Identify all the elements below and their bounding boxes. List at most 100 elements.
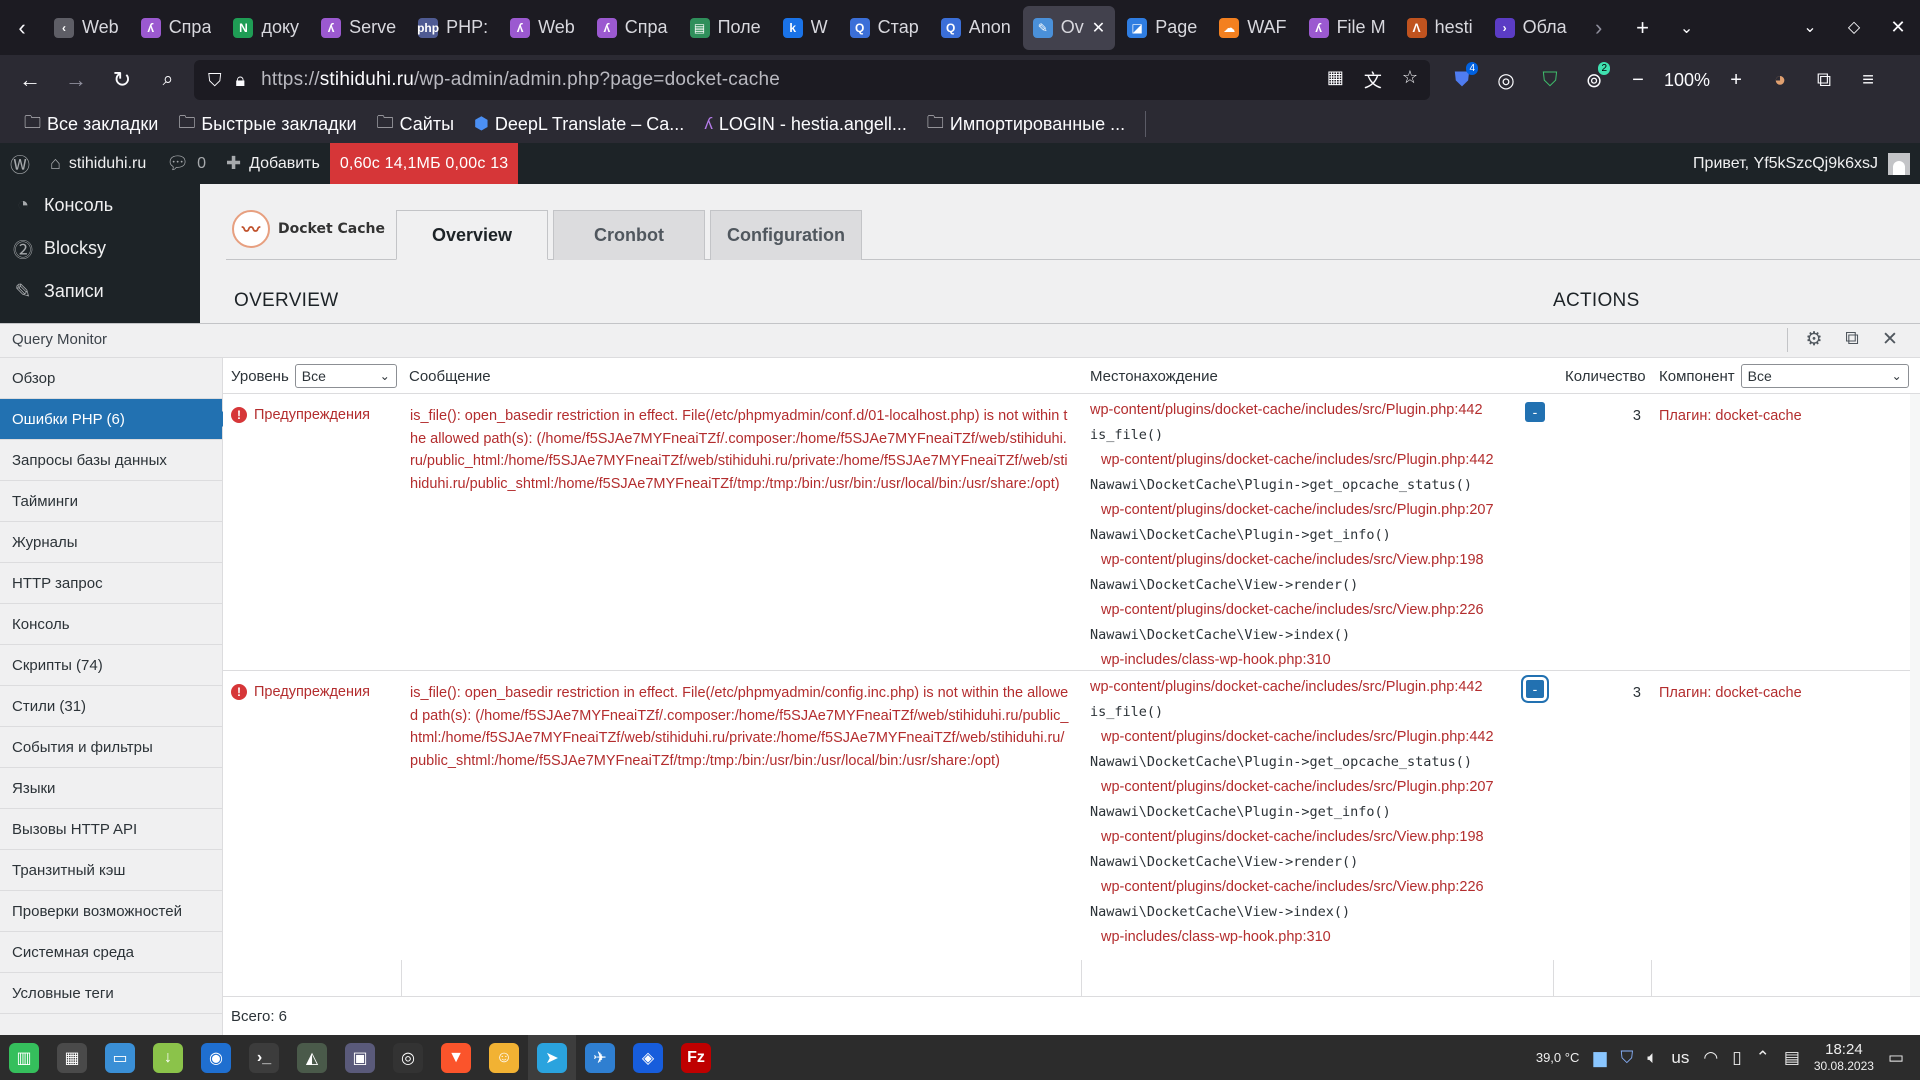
taskbar-app[interactable]: ▥ [0, 1035, 48, 1080]
clock[interactable]: 18:24 30.08.2023 [1814, 1041, 1874, 1074]
query-monitor-stats[interactable]: 0,60с 14,1МБ 0,00с 13 [329, 143, 519, 184]
qm-scrollbar[interactable] [1910, 394, 1920, 996]
cpu-monitor-icon[interactable]: ▆ [1593, 1048, 1606, 1068]
stack-file-link[interactable]: wp-content/plugins/docket-cache/includes… [1090, 448, 1530, 473]
back-button[interactable]: ← [8, 58, 52, 102]
toggle-stack-button[interactable]: - [1521, 675, 1549, 703]
browser-tab[interactable]: Λhesti [1397, 6, 1483, 50]
qm-nav-item[interactable]: Тайминги [0, 481, 222, 522]
qm-nav-item[interactable]: Проверки возможностей [0, 891, 222, 932]
qm-dock-icon[interactable]: ⧉ [1840, 328, 1864, 352]
browser-tab[interactable]: Q Стар [840, 6, 929, 50]
qm-nav-item[interactable]: Системная среда [0, 932, 222, 973]
translate-icon[interactable]: 文 [1364, 67, 1382, 93]
zoom-level[interactable]: 100% [1660, 70, 1714, 91]
bookmark-all[interactable]: 🗀 Все закладки [24, 110, 158, 139]
bookmark-hestia-login[interactable]: ʎ LOGIN - hestia.angell... [704, 114, 907, 135]
bookmark-sites[interactable]: 🗀 Сайты [377, 110, 454, 139]
qr-code-icon[interactable]: ▦ [1327, 67, 1344, 93]
browser-tab[interactable]: ☁ WAF [1209, 6, 1296, 50]
gear-icon[interactable]: ⚙ [1802, 328, 1826, 352]
stack-file-link[interactable]: wp-content/plugins/docket-cache/includes… [1090, 398, 1530, 423]
browser-tab[interactable]: ◪ Page [1117, 6, 1207, 50]
stack-file-link[interactable]: wp-content/plugins/docket-cache/includes… [1090, 498, 1530, 523]
browser-tab[interactable]: ✎ Ov ✕ [1022, 5, 1116, 50]
taskbar-app[interactable]: ▭ [96, 1035, 144, 1080]
url-bar[interactable]: ⛉ 🔒︎ https://stihiduhi.ru/wp-admin/admin… [194, 60, 1430, 100]
tab-scroll-left-icon[interactable]: ‹ [0, 6, 44, 50]
wp-menu-dashboard[interactable]: ◔ Консоль [0, 184, 200, 227]
taskbar-app[interactable]: ☺ [480, 1035, 528, 1080]
browser-tab[interactable]: ‹ Web [44, 6, 129, 50]
qm-nav-item[interactable]: Стили (31) [0, 686, 222, 727]
profile-extension-icon[interactable]: ◕ [1758, 58, 1802, 102]
qm-nav-item[interactable]: События и фильтры [0, 727, 222, 768]
browser-tab[interactable]: ʎ Спра [587, 6, 678, 50]
list-all-tabs-icon[interactable]: ⌄ [1665, 6, 1709, 50]
usb-device-icon[interactable]: ▯ [1732, 1048, 1741, 1068]
new-tab-button[interactable]: + [1621, 6, 1665, 50]
browser-tab[interactable]: ʎ Web [500, 6, 585, 50]
lock-icon[interactable]: 🔒︎ [236, 70, 246, 91]
app-menu-icon[interactable]: ≡ [1846, 58, 1890, 102]
keyboard-layout[interactable]: us [1671, 1048, 1689, 1068]
qm-nav-item[interactable]: Обзор [0, 358, 222, 399]
qm-nav-item[interactable]: Запросы базы данных [0, 440, 222, 481]
taskbar-app[interactable]: ▦ [48, 1035, 96, 1080]
stack-file-link[interactable]: wp-content/plugins/docket-cache/includes… [1090, 548, 1530, 573]
stack-file-link[interactable]: wp-content/plugins/docket-cache/includes… [1090, 598, 1530, 623]
wp-logo-menu[interactable]: Ⓦ [0, 143, 40, 184]
wp-menu-posts[interactable]: ✎ Записи [0, 270, 200, 313]
browser-tab[interactable]: › Обла [1485, 6, 1577, 50]
tor-extension-icon[interactable]: ◎ [1484, 58, 1528, 102]
taskbar-app[interactable]: ▼ [432, 1035, 480, 1080]
qm-nav-item[interactable]: Языки [0, 768, 222, 809]
toggle-stack-button[interactable]: - [1525, 402, 1545, 422]
qm-nav-item[interactable]: Консоль [0, 604, 222, 645]
tab-cronbot[interactable]: Cronbot [553, 210, 705, 260]
taskbar-app[interactable]: ◭ [288, 1035, 336, 1080]
bookmark-imported[interactable]: 🗀 Импортированные ... [927, 110, 1125, 139]
taskbar-app[interactable]: Fz [672, 1035, 720, 1080]
tab-scroll-right-icon[interactable]: › [1577, 6, 1621, 50]
taskbar-app[interactable]: ➤ [528, 1035, 576, 1080]
stack-file-link[interactable]: wp-content/plugins/docket-cache/includes… [1090, 875, 1530, 900]
window-maximize-icon[interactable]: ◇ [1832, 5, 1876, 49]
browser-tab[interactable]: ▤ Поле [680, 6, 771, 50]
extensions-icon[interactable]: ⧉ [1802, 58, 1846, 102]
stack-file-link[interactable]: wp-content/plugins/docket-cache/includes… [1090, 775, 1530, 800]
ublock-extension-icon[interactable]: ⛊ 4 [1440, 58, 1484, 102]
zoom-out-button[interactable]: − [1616, 58, 1660, 102]
adguard-extension-icon[interactable]: ⛉ [1528, 58, 1572, 102]
level-filter-select[interactable]: Все ⌄ [294, 364, 397, 388]
browser-tab[interactable]: Nдоку [223, 6, 309, 50]
stack-file-link[interactable]: wp-content/plugins/docket-cache/includes… [1090, 825, 1530, 850]
browser-tab[interactable]: ʎ Спра [131, 6, 222, 50]
tracking-shield-icon[interactable]: ⛉ [208, 70, 222, 91]
qm-nav-item[interactable]: Скрипты (74) [0, 645, 222, 686]
qm-nav-item[interactable]: Ошибки PHP (6) [0, 399, 230, 440]
bookmark-quick[interactable]: 🗀 Быстрые закладки [178, 110, 356, 139]
bookmark-deepl[interactable]: ⬢ DeepL Translate – Ca... [474, 114, 684, 135]
volume-icon[interactable]: 🔈︎ [1647, 1048, 1657, 1068]
bitwarden-tray-icon[interactable]: ⛉ [1620, 1048, 1633, 1068]
wp-account-menu[interactable]: Привет, Yf5kSzcQj9k6xsJ [1693, 152, 1910, 175]
close-icon[interactable]: ✕ [1878, 328, 1902, 352]
wp-site-name[interactable]: ⌂ stihiduhi.ru [40, 143, 156, 184]
stack-file-link[interactable]: wp-content/plugins/docket-cache/includes… [1090, 675, 1530, 700]
taskbar-app[interactable]: ›_ [240, 1035, 288, 1080]
tab-overview[interactable]: Overview [396, 210, 548, 260]
browser-tab[interactable]: kW [773, 6, 838, 50]
tab-configuration[interactable]: Configuration [710, 210, 862, 260]
qm-nav-item[interactable]: Журналы [0, 522, 222, 563]
zoom-in-button[interactable]: + [1714, 58, 1758, 102]
taskbar-app[interactable]: ↓ [144, 1035, 192, 1080]
taskbar-app[interactable]: ◈ [624, 1035, 672, 1080]
browser-tab[interactable]: php PHP: [408, 6, 498, 50]
taskbar-app[interactable]: ◎ [384, 1035, 432, 1080]
tray-expand-icon[interactable]: ⌃ [1756, 1048, 1770, 1068]
taskbar-app[interactable]: ◉ [192, 1035, 240, 1080]
window-close-icon[interactable]: ✕ [1876, 5, 1920, 49]
component-filter-select[interactable]: Все ⌄ [1740, 364, 1909, 388]
clipboard-icon[interactable]: ▤ [1784, 1048, 1800, 1068]
